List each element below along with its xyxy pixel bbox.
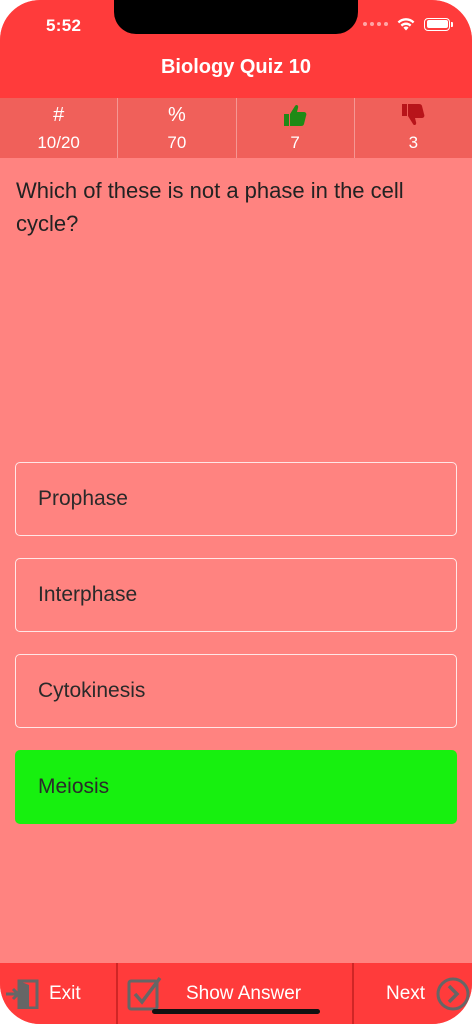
wifi-icon — [397, 18, 415, 31]
stat-question-number: # 10/20 — [0, 98, 119, 158]
question-text: Which of these is not a phase in the cel… — [16, 178, 404, 236]
status-icons — [363, 16, 453, 32]
exit-door-icon — [6, 979, 39, 1009]
quiz-screen: 5:52 Biology Quiz 10 # 10/20 % 70 7 3 Wh… — [0, 0, 472, 1024]
battery-icon — [424, 17, 453, 31]
stat-value: 3 — [408, 133, 419, 152]
stat-value: 70 — [167, 133, 187, 152]
exit-button[interactable]: Exit — [0, 963, 118, 1024]
device-notch — [114, 0, 358, 34]
next-button[interactable]: Next — [354, 963, 472, 1024]
stat-incorrect: 3 — [355, 98, 472, 158]
answer-option-cytokinesis[interactable]: Cytokinesis — [15, 654, 457, 728]
home-indicator[interactable] — [152, 1009, 320, 1014]
exit-label: Exit — [49, 982, 81, 1004]
signal-icon — [363, 22, 388, 26]
header: 5:52 Biology Quiz 10 — [0, 0, 472, 98]
stat-value: 7 — [290, 133, 300, 152]
percent-icon: % — [167, 104, 186, 126]
chevron-right-circle-icon — [436, 977, 470, 1011]
stats-bar: # 10/20 % 70 7 3 — [0, 98, 472, 158]
status-time: 5:52 — [46, 16, 82, 35]
stat-correct: 7 — [237, 98, 355, 158]
checkbox-icon — [127, 976, 162, 1011]
thumbs-down-icon — [400, 102, 426, 128]
answer-option-interphase[interactable]: Interphase — [15, 558, 457, 632]
stat-percent: % 70 — [118, 98, 237, 158]
answer-option-prophase[interactable]: Prophase — [15, 462, 457, 536]
stat-value: 10/20 — [37, 133, 80, 152]
next-label: Next — [386, 982, 426, 1004]
hash-icon: # — [53, 104, 65, 126]
show-answer-button[interactable]: Show Answer — [118, 963, 354, 1024]
show-answer-label: Show Answer — [186, 982, 302, 1004]
bottom-toolbar: Exit Show Answer Next — [0, 963, 472, 1024]
thumbs-up-icon — [282, 102, 308, 128]
answer-option-meiosis[interactable]: Meiosis — [15, 750, 457, 824]
page-title: Biology Quiz 10 — [160, 56, 312, 78]
